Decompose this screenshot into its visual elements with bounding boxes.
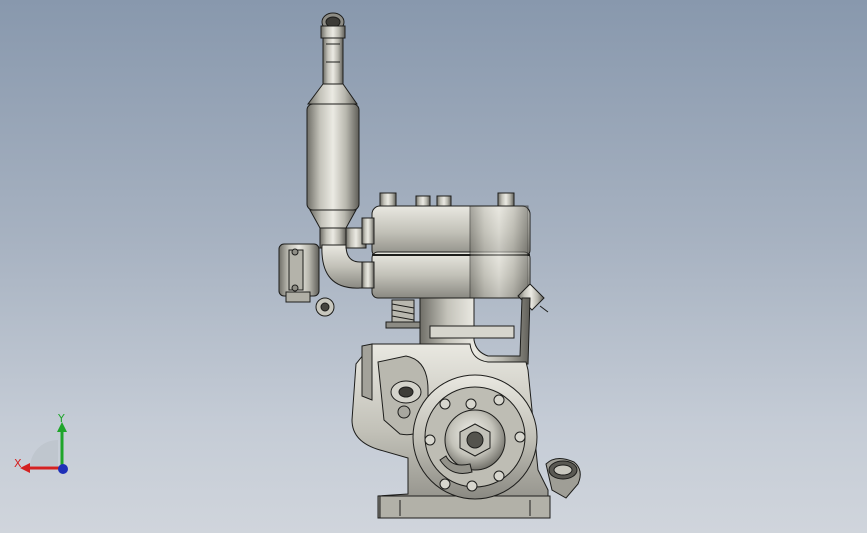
engine-3d-model[interactable] [0, 0, 867, 533]
graphics-viewport[interactable]: Y X [0, 0, 867, 533]
muffler [306, 103, 360, 249]
cylinder-head [361, 192, 531, 299]
z-axis-dot [58, 464, 68, 474]
triad-plane [30, 439, 58, 466]
exhaust-pipe [307, 12, 358, 105]
valve-spring [385, 299, 421, 329]
flywheel-cover [412, 374, 538, 500]
x-axis-label: X [14, 457, 22, 470]
drain-fitting [545, 458, 581, 499]
axis-triad: Y X [14, 412, 68, 474]
y-axis-label: Y [57, 412, 65, 425]
